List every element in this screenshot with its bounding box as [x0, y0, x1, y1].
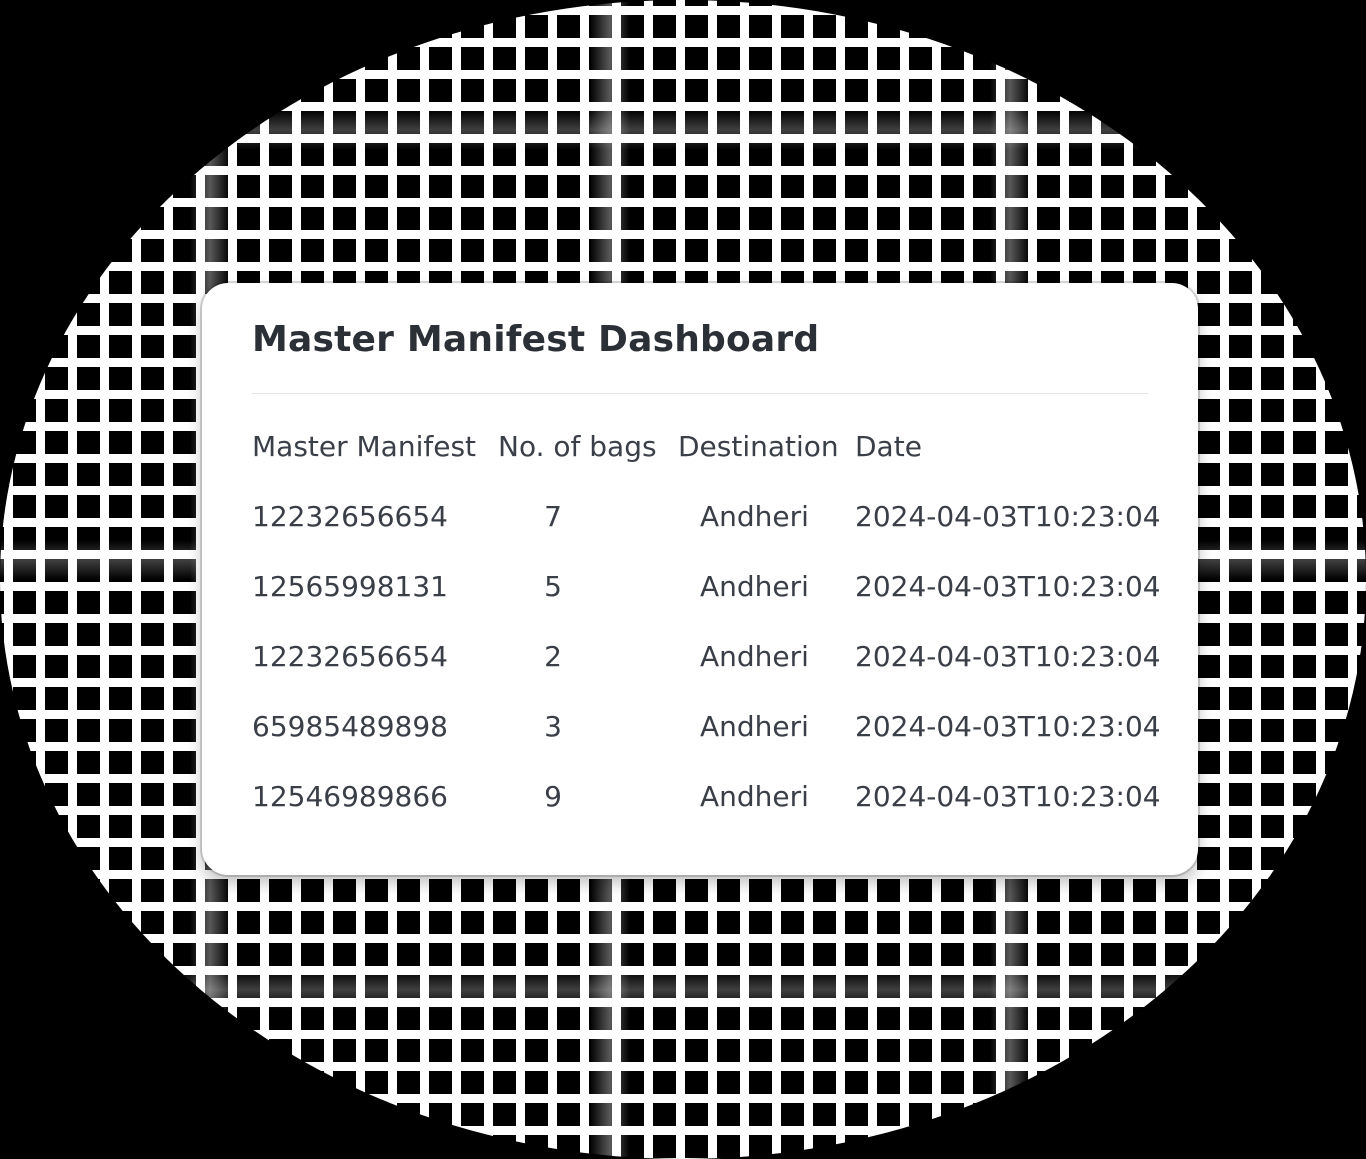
table-row[interactable]: 12232656654 2 Andheri 2024-04-03T10:23:0… — [252, 633, 1161, 703]
destination-cell: Andheri — [700, 780, 809, 813]
table-row[interactable]: 12546989866 9 Andheri 2024-04-03T10:23:0… — [252, 773, 1161, 843]
bags-count-cell: 3 — [544, 710, 562, 743]
column-header-destination: Destination — [678, 430, 839, 463]
bags-count-cell: 2 — [544, 640, 562, 673]
table-row[interactable]: 12565998131 5 Andheri 2024-04-03T10:23:0… — [252, 563, 1161, 633]
date-cell: 2024-04-03T10:23:04 — [855, 570, 1161, 603]
column-header-master-manifest: Master Manifest — [252, 430, 477, 463]
table-row[interactable]: 12232656654 7 Andheri 2024-04-03T10:23:0… — [252, 493, 1161, 563]
destination-cell: Andheri — [700, 500, 809, 533]
card-title: Master Manifest Dashboard — [252, 319, 820, 360]
title-divider — [252, 393, 1148, 394]
manifest-id-cell: 12546989866 — [252, 780, 448, 813]
bags-count-cell: 7 — [544, 500, 562, 533]
manifest-id-cell: 65985489898 — [252, 710, 448, 743]
table-header-row: Master Manifest No. of bags Destination … — [252, 423, 1152, 493]
bags-count-cell: 5 — [544, 570, 562, 603]
date-cell: 2024-04-03T10:23:04 — [855, 500, 1161, 533]
manifest-id-cell: 12232656654 — [252, 640, 448, 673]
manifest-table: Master Manifest No. of bags Destination … — [252, 423, 1161, 843]
date-cell: 2024-04-03T10:23:04 — [855, 710, 1161, 743]
destination-cell: Andheri — [700, 570, 809, 603]
destination-cell: Andheri — [700, 640, 809, 673]
manifest-dashboard-card: Master Manifest Dashboard Master Manifes… — [202, 283, 1198, 875]
table-row[interactable]: 65985489898 3 Andheri 2024-04-03T10:23:0… — [252, 703, 1161, 773]
date-cell: 2024-04-03T10:23:04 — [855, 780, 1161, 813]
column-header-no-of-bags: No. of bags — [498, 430, 657, 463]
manifest-id-cell: 12565998131 — [252, 570, 448, 603]
date-cell: 2024-04-03T10:23:04 — [855, 640, 1161, 673]
column-header-date: Date — [855, 430, 922, 463]
manifest-id-cell: 12232656654 — [252, 500, 448, 533]
bags-count-cell: 9 — [544, 780, 562, 813]
destination-cell: Andheri — [700, 710, 809, 743]
